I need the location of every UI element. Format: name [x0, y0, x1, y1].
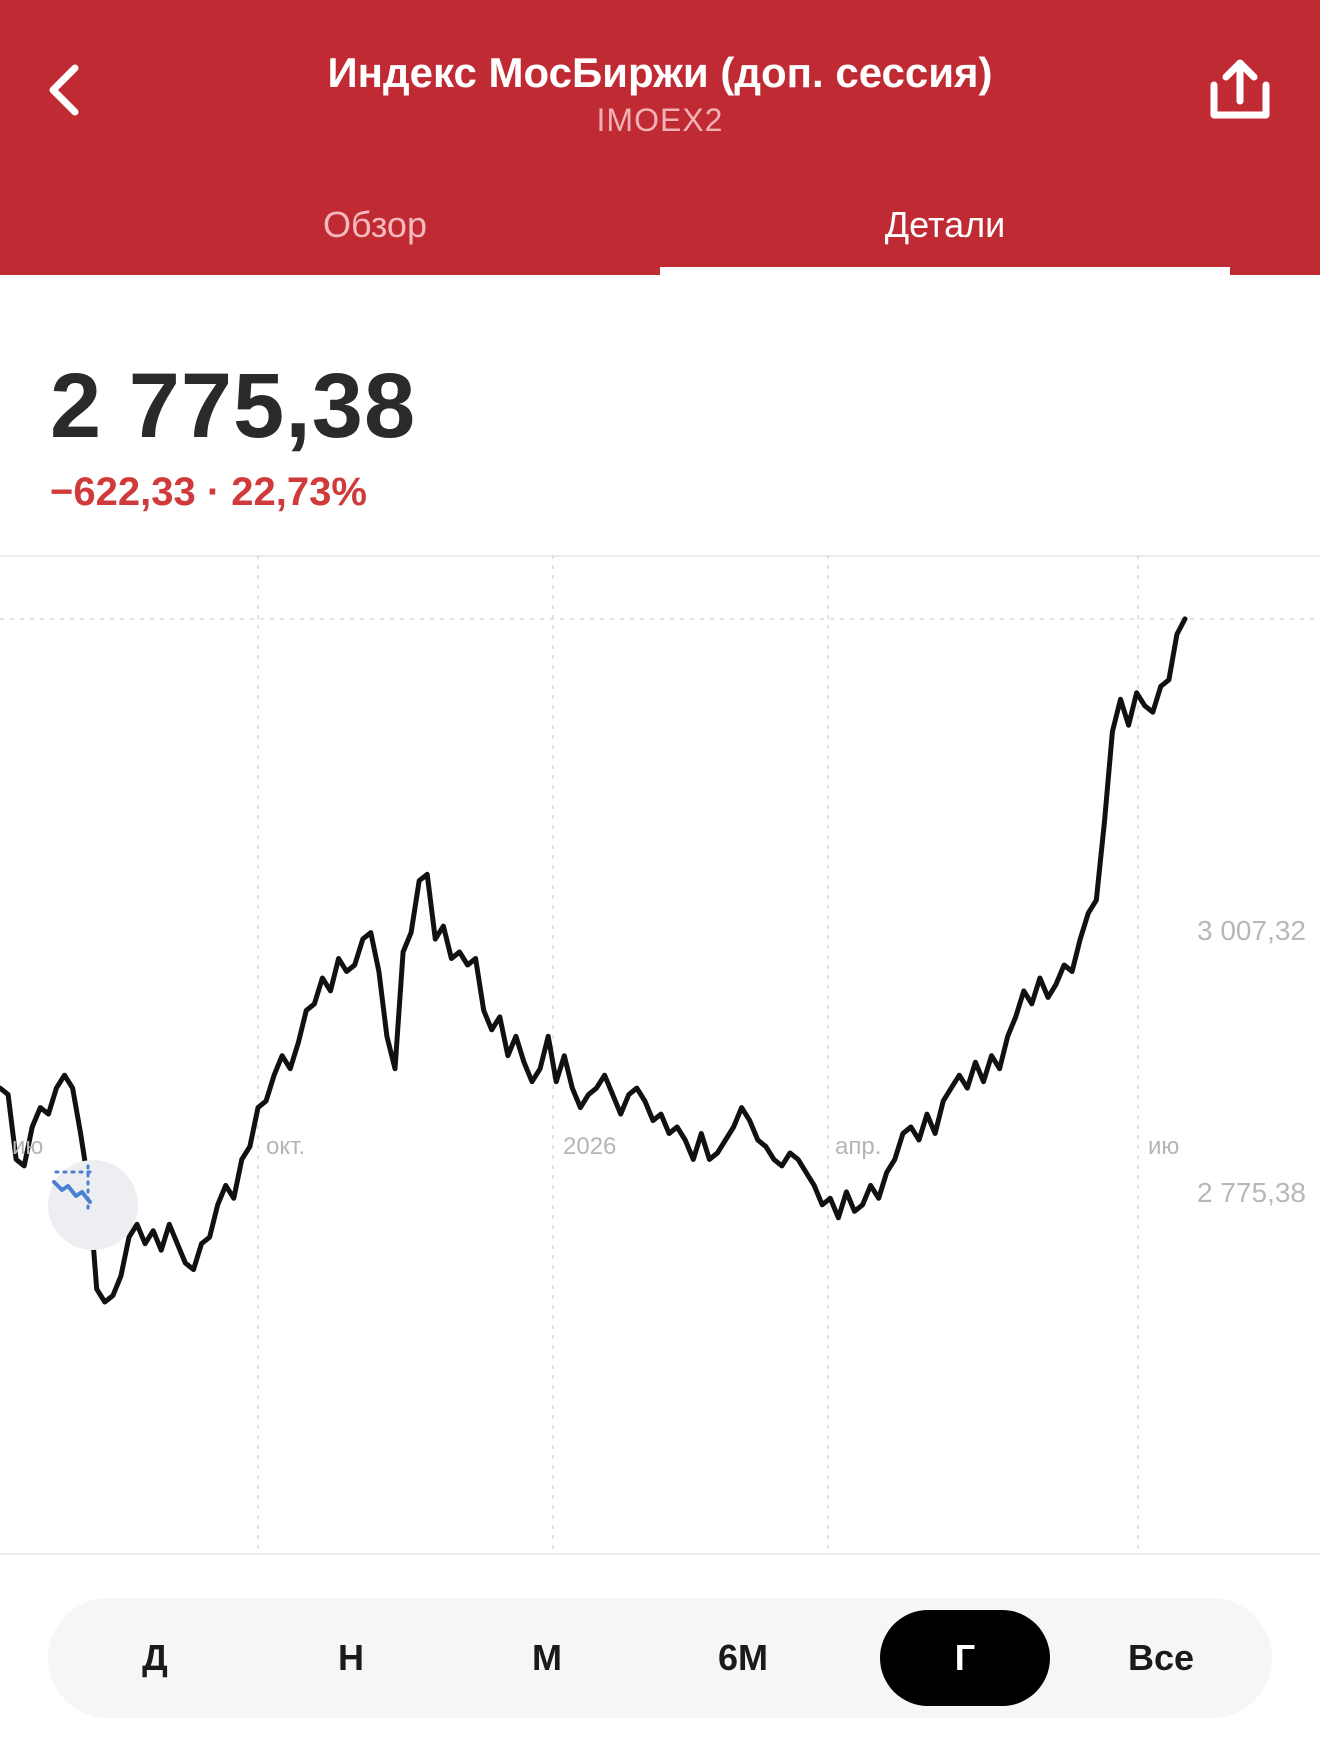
x-tick-label: ию [12, 1133, 44, 1160]
share-icon [1210, 59, 1270, 119]
back-button[interactable] [30, 55, 100, 125]
title-wrap: Индекс МосБиржи (доп. сессия) IMOEX2 [150, 49, 1170, 139]
price-block: 2 775,38 −622,33 · 22,73% [50, 360, 416, 515]
active-tab-indicator [660, 267, 1230, 275]
header: Индекс МосБиржи (доп. сессия) IMOEX2 Обз… [0, 0, 1320, 275]
instrument-ticker: IMOEX2 [596, 102, 724, 139]
x-tick-label: апр. [835, 1133, 882, 1160]
chart-line-icon [52, 1164, 98, 1212]
period-all-button[interactable]: Все [1076, 1610, 1246, 1706]
x-tick-label: окт. [266, 1133, 306, 1160]
price-value: 2 775,38 [50, 355, 417, 457]
chart-area: 3 007,32 2 775,38 ию окт. 2026 апр. ию [0, 555, 1320, 1555]
period-month-button[interactable]: М [462, 1610, 632, 1706]
x-tick-label: ию [1148, 1133, 1180, 1160]
tabs: Обзор Детали [0, 175, 1320, 275]
back-arrow-icon [49, 64, 79, 116]
period-week-button[interactable]: Н [266, 1610, 436, 1706]
price-change: −622,33 · 22,73% [50, 470, 367, 514]
price-series-line [0, 616, 1188, 1305]
range-bottom-value: 3 007,32 [1197, 915, 1306, 946]
tab-details[interactable]: Детали [660, 175, 1230, 275]
chart-bottom-divider [0, 1553, 1320, 1555]
period-6month-button[interactable]: 6М [658, 1610, 828, 1706]
instrument-title: Индекс МосБиржи (доп. сессия) [327, 49, 993, 96]
period-year-button[interactable]: Г [880, 1610, 1050, 1706]
range-top-value: 2 775,38 [1197, 1177, 1306, 1208]
period-day-button[interactable]: Д [70, 1610, 240, 1706]
price-chart[interactable] [0, 555, 1320, 1555]
chart-type-button[interactable] [48, 1160, 138, 1250]
x-tick-label: 2026 [563, 1133, 617, 1160]
period-selector: Д Н М 6М Г Все [48, 1598, 1272, 1718]
tab-overview[interactable]: Обзор [90, 175, 660, 275]
share-button[interactable] [1200, 50, 1280, 130]
